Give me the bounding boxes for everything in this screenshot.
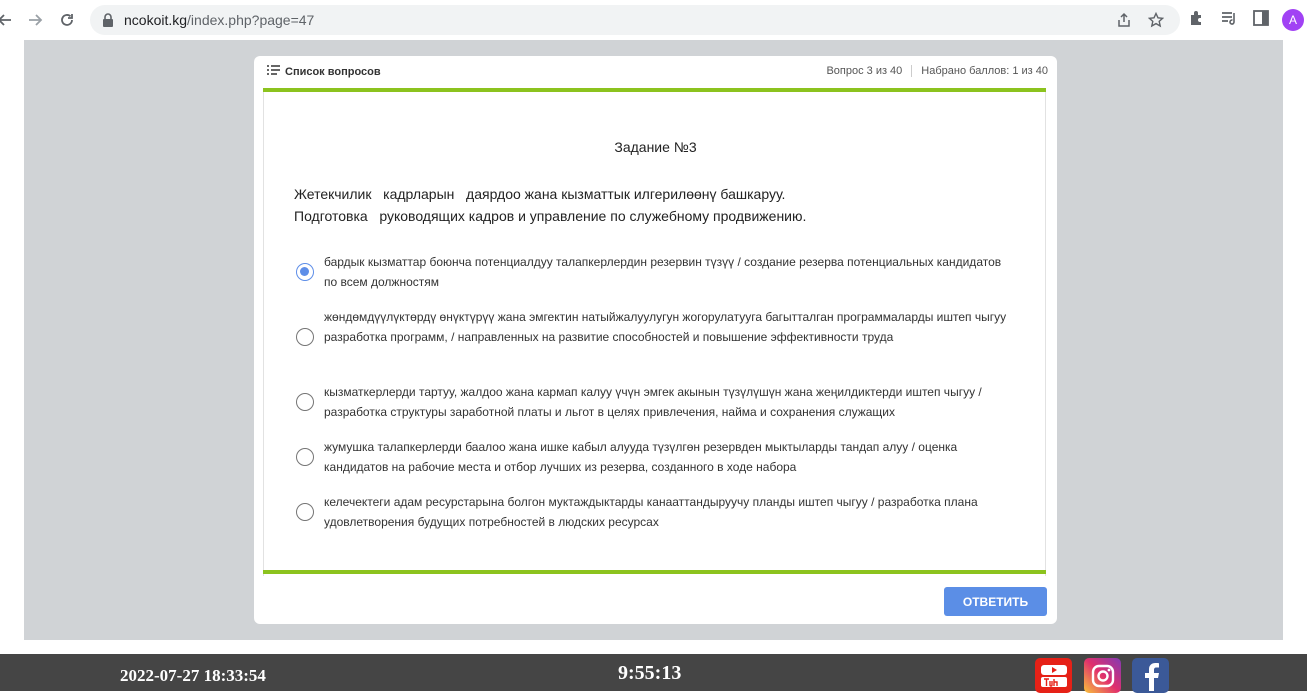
task-title: Задание №3 xyxy=(614,139,697,155)
address-bar[interactable]: ncokoit.kg/index.php?page=47 xyxy=(90,5,1180,35)
countdown-timer: 9:55:13 xyxy=(618,662,682,684)
answer-button[interactable]: ОТВЕТИТЬ xyxy=(944,587,1047,616)
bookmark-star-icon[interactable] xyxy=(1147,11,1165,33)
facebook-icon[interactable] xyxy=(1132,658,1169,693)
question-text: Жетекчилик кадрларын даярдоо жана кызмат… xyxy=(294,186,807,224)
radio-button[interactable] xyxy=(296,263,314,281)
avatar[interactable]: A xyxy=(1282,9,1304,31)
option-text: бардык кызматтар боюнча потенциалдуу тал… xyxy=(324,255,1002,289)
option-text: жумушка талапкерлерди баалоо жана ишке к… xyxy=(324,440,958,474)
media-icon[interactable] xyxy=(1220,9,1238,32)
lock-icon[interactable] xyxy=(102,13,114,32)
side-panel-icon[interactable] xyxy=(1252,9,1270,32)
answer-option-3[interactable]: кызматкерлерди тартуу, жалдоо жана карма… xyxy=(294,382,1014,422)
answer-option-4[interactable]: жумушка талапкерлерди баалоо жана ишке к… xyxy=(294,437,1014,477)
datetime-text: 2022-07-27 18:33:54 xyxy=(120,666,266,685)
radio-button[interactable] xyxy=(296,393,314,411)
answer-option-1[interactable]: бардык кызматтар боюнча потенциалдуу тал… xyxy=(294,252,1014,292)
reload-icon[interactable] xyxy=(56,9,78,31)
forward-icon[interactable] xyxy=(24,9,46,31)
question-counter: Вопрос 3 из 40 xyxy=(826,65,903,77)
radio-button[interactable] xyxy=(296,328,314,346)
card-header: Список вопросов Вопрос 3 из 40 Набрано б… xyxy=(254,56,1057,88)
share-icon[interactable] xyxy=(1116,12,1132,33)
radio-button[interactable] xyxy=(296,448,314,466)
youtube-icon[interactable] xyxy=(1035,658,1072,693)
divider xyxy=(911,65,913,77)
answer-option-5[interactable]: келечектеги адам ресурстарына болгон мук… xyxy=(294,492,1014,532)
list-icon xyxy=(267,65,280,78)
question-list-button[interactable]: Список вопросов xyxy=(267,65,381,78)
browser-toolbar: ncokoit.kg/index.php?page=47 A xyxy=(0,0,1307,40)
progress-info: Вопрос 3 из 40 Набрано баллов: 1 из 40 xyxy=(826,65,1048,77)
option-text: келечектеги адам ресурстарына болгон мук… xyxy=(324,495,978,529)
url-text: ncokoit.kg/index.php?page=47 xyxy=(124,12,315,28)
radio-button[interactable] xyxy=(296,503,314,521)
footer-bar: 2022-07-27 18:33:54 9:55:13 xyxy=(0,654,1307,693)
bottom-accent-bar xyxy=(263,570,1046,574)
question-list-label: Список вопросов xyxy=(285,65,381,78)
answer-option-2[interactable]: жөндөмдүүлүктөрдү өнүктүрүү жана эмгекти… xyxy=(294,307,1014,367)
option-text: жөндөмдүүлүктөрдү өнүктүрүү жана эмгекти… xyxy=(324,310,1007,344)
extensions-icon[interactable] xyxy=(1188,9,1206,32)
score-text: Набрано баллов: 1 из 40 xyxy=(921,65,1048,77)
back-icon[interactable] xyxy=(0,9,16,31)
question-card: Список вопросов Вопрос 3 из 40 Набрано б… xyxy=(254,56,1057,624)
option-text: кызматкерлерди тартуу, жалдоо жана карма… xyxy=(324,385,982,419)
instagram-icon[interactable] xyxy=(1084,658,1121,693)
